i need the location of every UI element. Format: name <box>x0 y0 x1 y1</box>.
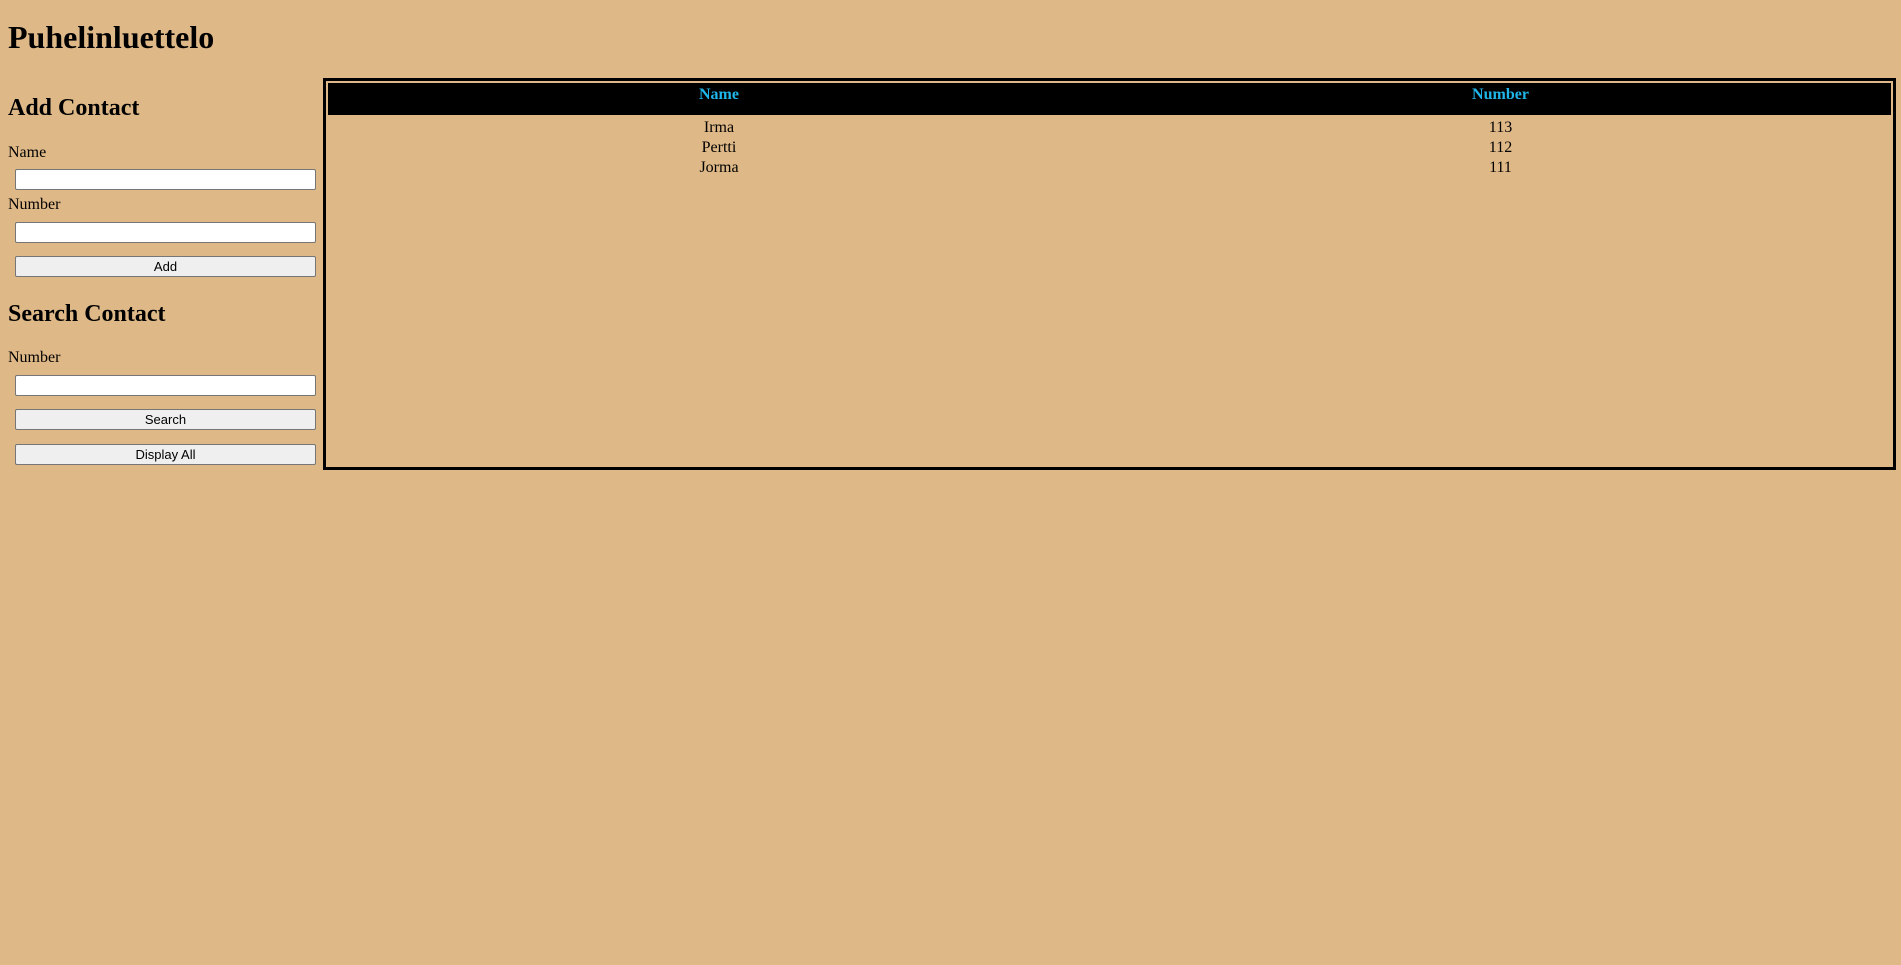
number-column-header: Number <box>1472 86 1529 103</box>
contact-name-cell: Jorma <box>699 159 739 176</box>
table-row: Pertti 112 <box>328 138 1891 158</box>
contact-name-cell: Irma <box>703 119 735 136</box>
table-row: Irma 113 <box>328 118 1891 138</box>
contacts-table-frame: Name Number Irma 113 Pertti 112 Jorma 11… <box>323 78 1896 470</box>
add-button[interactable]: Add <box>15 256 316 277</box>
contacts-table: Name Number Irma 113 Pertti 112 Jorma 11… <box>328 83 1891 178</box>
contact-number-cell: 111 <box>1489 159 1512 176</box>
add-contact-heading: Add Contact <box>8 95 140 121</box>
add-name-label: Name <box>8 144 47 161</box>
display-all-button[interactable]: Display All <box>15 444 316 465</box>
contact-number-cell: 112 <box>1488 139 1513 156</box>
search-contact-heading: Search Contact <box>8 301 166 327</box>
page-title: Puhelinluettelo <box>8 19 215 55</box>
contact-name-cell: Pertti <box>701 139 737 156</box>
add-number-input[interactable] <box>15 222 316 243</box>
table-row: Jorma 111 <box>328 158 1891 178</box>
add-number-label: Number <box>8 196 61 213</box>
table-header-row: Name Number <box>328 83 1891 115</box>
table-body: Irma 113 Pertti 112 Jorma 111 <box>328 115 1891 178</box>
table-header: Name Number <box>328 83 1891 115</box>
search-button[interactable]: Search <box>15 409 316 430</box>
name-column-header: Name <box>699 86 739 103</box>
search-number-input[interactable] <box>15 375 316 396</box>
add-name-input[interactable] <box>15 169 316 190</box>
search-number-label: Number <box>8 349 61 366</box>
contact-number-cell: 113 <box>1488 119 1513 136</box>
